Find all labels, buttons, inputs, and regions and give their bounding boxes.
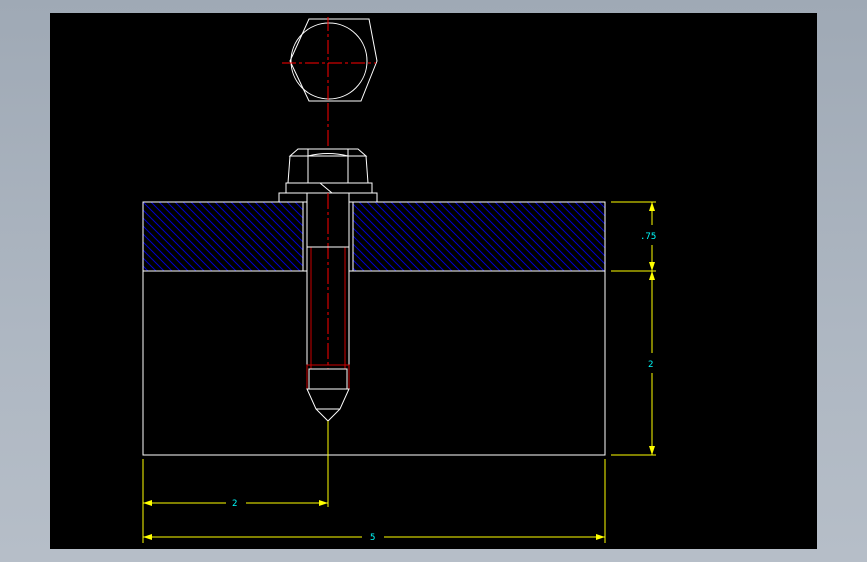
cad-viewport[interactable]: .75 2 2 5 — [50, 13, 817, 549]
bolt-head-top-view — [282, 17, 378, 105]
bolt-head-side-view — [285, 148, 373, 194]
base-block — [142, 270, 606, 456]
dim-bolt-offset: 2 — [232, 499, 237, 509]
dim-plate-thickness: .75 — [640, 232, 656, 242]
bolt-shank — [302, 192, 354, 422]
bolted-joint-drawing: .75 2 2 5 — [142, 17, 656, 543]
horizontal-dimensions — [142, 421, 606, 543]
top-plate-section — [142, 201, 606, 272]
dim-block-height: 2 — [648, 360, 653, 370]
dim-overall-width: 5 — [370, 533, 375, 543]
